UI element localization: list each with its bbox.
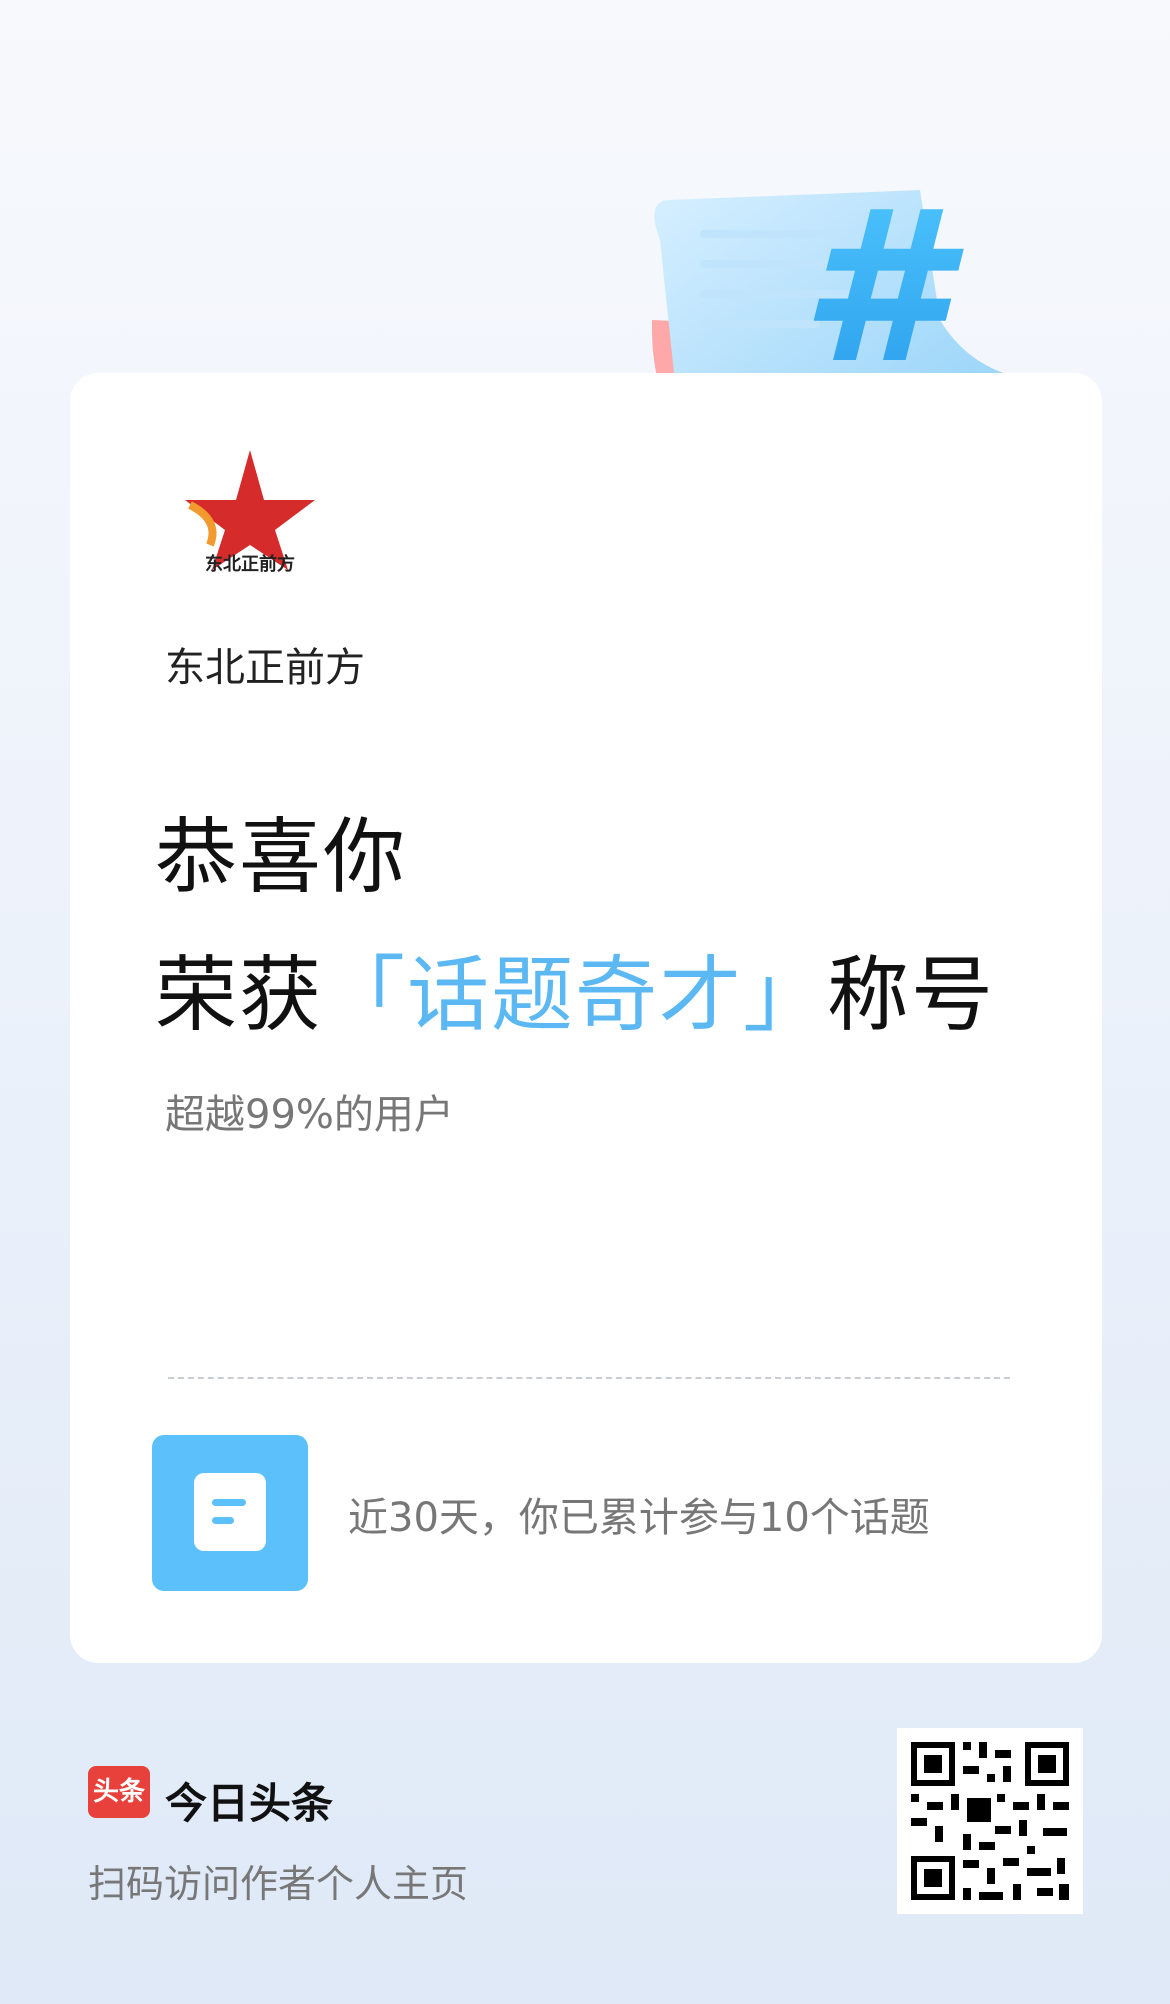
scan-instruction: 扫码访问作者个人主页 (88, 1862, 469, 1906)
dashed-divider (168, 1377, 1010, 1379)
headline-congrats: 恭喜你 (155, 810, 408, 905)
stat-text: 近30天，你已累计参与10个话题 (348, 1495, 930, 1541)
award-title: 「话题奇才」 (323, 948, 828, 1043)
app-name: 今日头条 (165, 1779, 334, 1828)
svg-text:东北正前方: 东北正前方 (205, 553, 295, 575)
document-icon (152, 1435, 308, 1591)
headline-award: 荣获「话题奇才」称号 (155, 928, 995, 1047)
app-logo-badge: 头条 (88, 1766, 150, 1818)
award-suffix: 称号 (827, 948, 996, 1043)
rank-text: 超越99%的用户 (165, 1092, 454, 1138)
award-prefix: 荣获 (155, 948, 324, 1043)
author-name[interactable]: 东北正前方 (165, 635, 365, 693)
star-logo-icon: 东北正前方 (185, 450, 315, 575)
qr-code-icon[interactable] (897, 1728, 1083, 1914)
